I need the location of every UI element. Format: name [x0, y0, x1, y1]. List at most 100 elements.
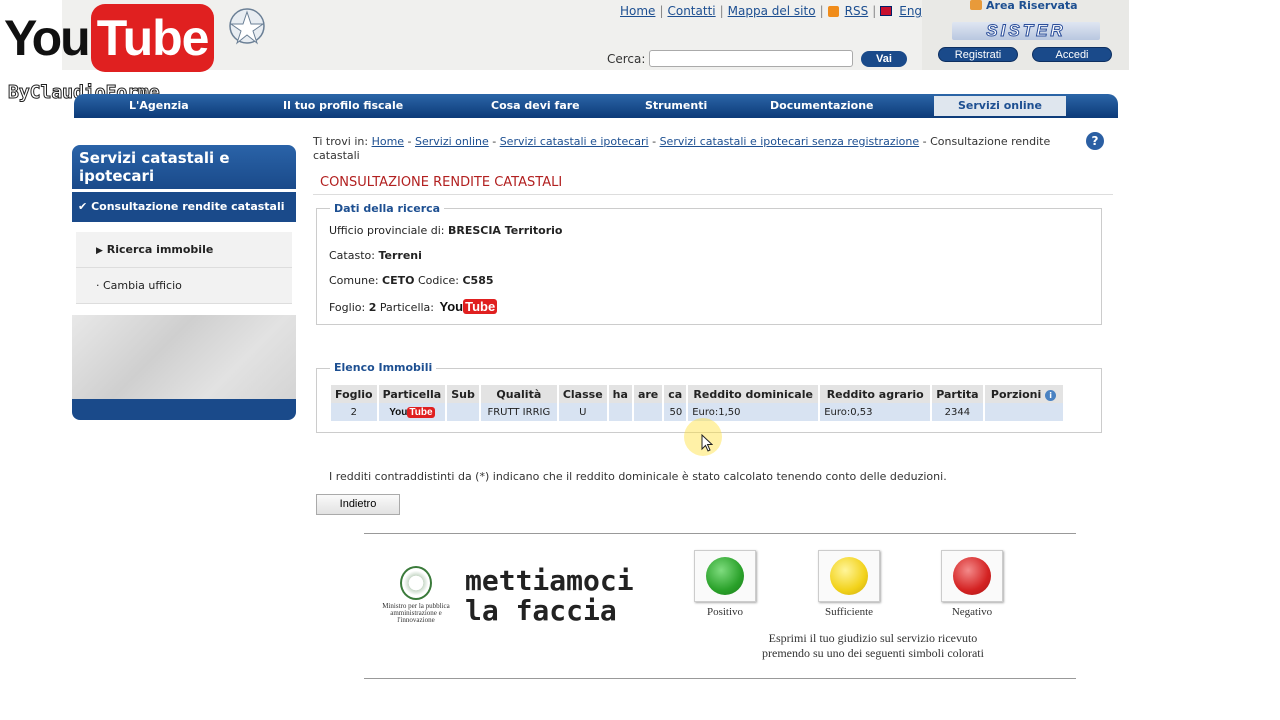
neutral-face-icon	[830, 557, 868, 595]
breadcrumb-home[interactable]: Home	[372, 135, 404, 148]
catasto-row: Catasto: Terreni	[329, 249, 422, 262]
youtube-cell-you: You	[389, 406, 408, 418]
top-links: Home | Contatti | Mappa del sito | RSS | Eng…	[620, 4, 943, 18]
col-are: are	[632, 385, 665, 403]
sufficient-label: Sufficiente	[824, 606, 874, 618]
youtube-you-text: You	[4, 10, 91, 66]
sister-logo: SISTER	[952, 21, 1100, 40]
sidebar-item-consultazione[interactable]: ✔ Consultazione rendite catastali	[72, 192, 296, 222]
negative-face-button[interactable]	[941, 550, 1003, 602]
col-reddito-agrario: Reddito agrario	[819, 385, 933, 403]
foglio-row: Foglio: 2 Particella: You Tube	[329, 299, 498, 314]
feedback-line2: premendo su uno dei seguenti simboli col…	[762, 646, 984, 660]
login-button[interactable]: Accedi	[1032, 47, 1112, 62]
uk-flag-icon	[880, 6, 893, 16]
nav-profilo-fiscale[interactable]: Il tuo profilo fiscale	[283, 99, 403, 112]
contacts-link[interactable]: Contatti	[667, 4, 715, 18]
youtube-small-you: You	[439, 299, 464, 314]
mettiamoci-line1: mettiamoci	[465, 564, 634, 597]
breadcrumb: Ti trovi in: Home - Servizi online - Ser…	[313, 135, 1051, 162]
positive-face-button[interactable]	[694, 550, 756, 602]
immobili-table: Foglio Particella Sub Qualità Classe ha …	[331, 385, 1065, 421]
search-label: Cerca:	[607, 52, 646, 66]
catasto-label: Catasto:	[329, 249, 375, 262]
rss-link[interactable]: RSS	[845, 4, 869, 18]
triangle-right-icon: ▶	[96, 246, 103, 256]
ufficio-label: Ufficio provinciale di:	[329, 224, 445, 237]
col-ha: ha	[607, 385, 634, 403]
title-divider	[313, 194, 1113, 195]
codice-label: Codice:	[418, 274, 459, 287]
comune-label: Comune:	[329, 274, 379, 287]
youtube-watermark-logo: You Tube	[4, 2, 215, 74]
breadcrumb-senza-registrazione[interactable]: Servizi catastali e ipotecari senza regi…	[660, 135, 920, 148]
lock-icon	[970, 0, 982, 10]
cell-sub	[446, 403, 481, 421]
nav-servizi-online[interactable]: Servizi online	[934, 96, 1066, 116]
ministry-logo: Ministro per la pubblica amministrazione…	[380, 566, 452, 624]
col-sub: Sub	[446, 385, 481, 403]
page-title: CONSULTAZIONE RENDITE CATASTALI	[320, 175, 563, 190]
comune-row: Comune: CETO Codice: C585	[329, 274, 494, 287]
sufficient-face-button[interactable]	[818, 550, 880, 602]
col-ca: ca	[663, 385, 689, 403]
cell-reddito-agrario: Euro:0,53	[819, 403, 933, 421]
cell-are	[632, 403, 665, 421]
feedback-instructions: Esprimi il tuo giudizio sul servizio ric…	[728, 631, 1018, 661]
info-icon[interactable]: i	[1045, 389, 1057, 401]
foglio-label: Foglio:	[329, 301, 366, 314]
rss-icon	[827, 5, 839, 17]
col-particella: Particella	[377, 385, 448, 403]
cell-porzioni	[983, 403, 1065, 421]
mettiamoci-la-faccia-logo: mettiamoci la faccia	[465, 566, 634, 626]
positive-label: Positivo	[706, 606, 744, 618]
sidebar-item-ricerca[interactable]: ▶ Ricerca immobile	[76, 232, 292, 268]
footer-divider-top	[364, 533, 1076, 534]
cell-qualita: FRUTT IRRIG	[479, 403, 559, 421]
foglio-value: 2	[368, 301, 377, 314]
back-button[interactable]: Indietro	[316, 494, 400, 515]
bullet-icon: ·	[96, 279, 100, 292]
breadcrumb-servizi-catastali[interactable]: Servizi catastali e ipotecari	[500, 135, 649, 148]
mettiamoci-line2: la faccia	[465, 594, 617, 627]
cell-foglio: 2	[331, 403, 379, 421]
col-porzioni: Porzioni i	[983, 385, 1065, 403]
happy-face-icon	[706, 557, 744, 595]
catasto-value: Terreni	[378, 249, 422, 262]
republic-emblem-icon	[229, 8, 265, 45]
comune-value: CETO	[382, 274, 415, 287]
nav-documentazione[interactable]: Documentazione	[770, 99, 874, 112]
sidebar-item-label: Ricerca immobile	[106, 243, 214, 256]
footer-divider-bottom	[364, 678, 1076, 679]
youtube-tube-text: Tube	[90, 4, 215, 72]
reserved-area-box: Area Riservata SISTER Registrati Accedi	[922, 0, 1129, 70]
sitemap-link[interactable]: Mappa del sito	[728, 4, 816, 18]
col-porzioni-label: Porzioni	[990, 387, 1042, 401]
mouse-pointer-icon	[701, 434, 713, 452]
cell-ca: 50	[663, 403, 689, 421]
check-icon: ✔	[78, 200, 88, 213]
cell-particella: You Tube	[377, 403, 448, 421]
deductions-note: I redditi contraddistinti da (*) indican…	[329, 470, 947, 483]
col-classe: Classe	[557, 385, 609, 403]
home-link[interactable]: Home	[620, 4, 655, 18]
col-reddito-dominicale: Reddito dominicale	[687, 385, 821, 403]
youtube-watermark-cell: You Tube	[389, 406, 435, 418]
help-icon[interactable]: ?	[1086, 132, 1104, 150]
search-input[interactable]	[649, 50, 853, 67]
ministry-text: Ministro per la pubblica amministrazione…	[382, 602, 450, 624]
codice-value: C585	[462, 274, 494, 287]
search-button[interactable]: Vai	[861, 51, 907, 67]
reserved-area-link[interactable]: Area Riservata	[986, 0, 1078, 12]
breadcrumb-prefix: Ti trovi in:	[313, 135, 369, 148]
col-qualita: Qualità	[479, 385, 559, 403]
nav-cosa-devi-fare[interactable]: Cosa devi fare	[491, 99, 580, 112]
breadcrumb-servizi-online[interactable]: Servizi online	[415, 135, 489, 148]
sidebar-item-cambia-ufficio[interactable]: · Cambia ufficio	[76, 268, 292, 304]
cell-ha	[607, 403, 634, 421]
nav-agenzia[interactable]: L'Agenzia	[129, 99, 189, 112]
negative-label: Negativo	[951, 606, 993, 618]
nav-strumenti[interactable]: Strumenti	[645, 99, 707, 112]
particella-label: Particella:	[379, 301, 435, 314]
register-button[interactable]: Registrati	[938, 47, 1018, 62]
